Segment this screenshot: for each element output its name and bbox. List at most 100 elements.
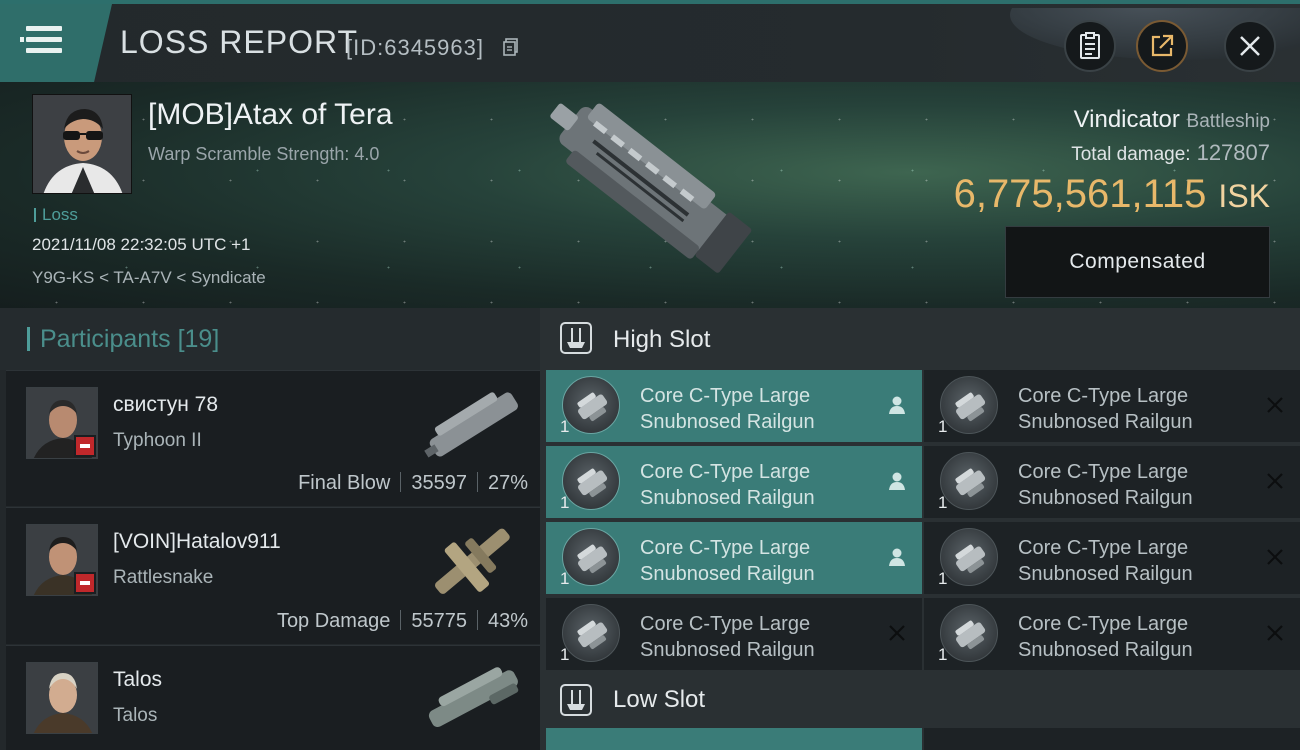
module-card[interactable]: 1 Core C-Type Large Snubnosed Railgun <box>924 522 1300 594</box>
menu-button[interactable] <box>0 4 112 82</box>
destroyed-icon <box>1264 622 1286 644</box>
module-quantity: 1 <box>938 569 948 588</box>
destroyed-icon <box>1264 394 1286 416</box>
participant-stats: Top Damage 55775 43% <box>277 610 528 633</box>
isk-value: 6,775,561,115 ISK <box>954 172 1270 217</box>
page-title: LOSS REPORT <box>120 24 359 60</box>
railgun-icon <box>940 452 998 510</box>
low-slot-icon <box>560 684 592 716</box>
high-slot-label: High Slot <box>613 326 711 353</box>
module-name: Core C-Type Large Snubnosed Railgun <box>640 613 815 661</box>
module-name: Core C-Type Large Snubnosed Railgun <box>1018 537 1193 585</box>
module-name: Core C-Type Large Snubnosed Railgun <box>640 461 815 509</box>
participants-title: Participants [19] <box>40 325 219 354</box>
warp-scramble-strength: Warp Scramble Strength: 4.0 <box>148 144 380 164</box>
module-card[interactable]: 1 Core C-Type Large Snubnosed Railgun <box>924 598 1300 670</box>
module-card[interactable]: 1 Core C-Type Large Snubnosed Railgun <box>546 522 922 594</box>
module-quantity: 1 <box>938 417 948 436</box>
isk-amount: 6,775,561,115 <box>953 172 1207 216</box>
loss-timestamp: 2021/11/08 22:32:05 UTC +1 <box>32 235 251 254</box>
participant-name: [VOIN]Hatalov911 <box>113 530 281 553</box>
participant-stats: Final Blow 35597 27% <box>298 472 528 495</box>
module-name: Core C-Type Large Snubnosed Railgun <box>1018 461 1193 509</box>
ship-name: Vindicator <box>1073 106 1180 133</box>
participant-role: Final Blow <box>298 472 391 494</box>
participant-name: Talos <box>113 668 163 691</box>
total-damage: Total damage: 127807 <box>1071 140 1270 166</box>
participant-ship: Typhoon II <box>113 430 202 451</box>
loss-banner: [MOB]Atax of Tera Warp Scramble Strength… <box>0 82 1300 308</box>
participants-count: [19] <box>177 325 220 353</box>
railgun-icon <box>562 376 620 434</box>
ship-class: Battleship <box>1186 111 1270 132</box>
participant-row[interactable]: свистун 78 Typhoon II Final Blow 35597 27% <box>6 370 540 506</box>
railgun-icon <box>562 604 620 662</box>
participant-damage: 55775 <box>411 610 467 632</box>
participant-damage: 35597 <box>411 472 467 494</box>
share-icon <box>1151 34 1174 57</box>
victim-ship: Vindicator Battleship <box>1074 106 1270 134</box>
high-slot-icon <box>560 322 592 354</box>
victim-ship-image <box>550 103 752 273</box>
loss-label: Loss <box>42 205 78 224</box>
module-name: Core C-Type Large Snubnosed Railgun <box>1018 613 1193 661</box>
header-bar: LOSS REPORT [ID:6345963] <box>0 4 1300 82</box>
copy-icon[interactable] <box>503 38 519 56</box>
pilot-icon[interactable] <box>886 394 908 416</box>
participant-ship: Talos <box>113 705 158 726</box>
participant-percent: 43% <box>487 610 528 632</box>
participant-ship-image <box>424 392 518 458</box>
railgun-icon <box>940 604 998 662</box>
low-slot-module-partial[interactable] <box>546 728 922 750</box>
module-card[interactable]: 1 Core C-Type Large Snubnosed Railgun <box>546 370 922 442</box>
loss-location: Y9G-KS < TA-A7V < Syndicate <box>32 268 266 287</box>
low-slot-header: Low Slot <box>540 672 1300 728</box>
module-card[interactable]: 1 Core C-Type Large Snubnosed Railgun <box>546 446 922 518</box>
module-card[interactable]: 1 Core C-Type Large Snubnosed Railgun <box>924 370 1300 442</box>
total-damage-value: 127807 <box>1196 140 1270 165</box>
railgun-icon <box>940 528 998 586</box>
railgun-icon <box>940 376 998 434</box>
share-button[interactable] <box>1136 20 1188 72</box>
high-slot-header: High Slot <box>540 308 1300 368</box>
participant-role: Top Damage <box>276 610 391 632</box>
menu-icon <box>20 26 62 54</box>
module-quantity: 1 <box>938 645 948 664</box>
module-quantity: 1 <box>560 417 570 436</box>
participant-name: свистун 78 <box>113 393 219 416</box>
pilot-avatar-image <box>33 95 131 193</box>
clipboard-button[interactable] <box>1064 20 1116 72</box>
participant-row[interactable]: [VOIN]Hatalov911 Rattlesnake Top Damage 5… <box>6 507 540 644</box>
railgun-icon <box>562 528 620 586</box>
participant-ship: Rattlesnake <box>113 567 214 588</box>
hostile-badge <box>74 572 96 594</box>
participant-avatar <box>26 662 98 734</box>
close-button[interactable] <box>1224 20 1276 72</box>
victim-portrait[interactable] <box>32 94 132 194</box>
clipboard-icon <box>1080 32 1100 59</box>
close-icon <box>1240 36 1260 56</box>
pilot-icon[interactable] <box>886 546 908 568</box>
victim-name: [MOB]Atax of Tera <box>148 98 393 131</box>
participant-row[interactable]: Talos Talos <box>6 645 540 750</box>
report-id: [ID:6345963] <box>346 35 484 60</box>
railgun-icon <box>562 452 620 510</box>
pilot-icon[interactable] <box>886 470 908 492</box>
hostile-badge <box>74 435 96 457</box>
participants-header: Participants [19] <box>0 308 540 370</box>
compensated-button[interactable]: Compensated <box>1005 226 1270 298</box>
participant-ship-image <box>428 667 519 728</box>
participants-label: Participants <box>40 325 171 353</box>
destroyed-icon <box>1264 546 1286 568</box>
module-quantity: 1 <box>560 569 570 588</box>
participants-panel: Participants [19] свистун 78 Typhoon II … <box>0 308 540 750</box>
module-quantity: 1 <box>560 645 570 664</box>
low-slot-module-partial[interactable] <box>924 728 1300 750</box>
total-damage-label: Total damage: <box>1071 144 1191 165</box>
module-card[interactable]: 1 Core C-Type Large Snubnosed Railgun <box>924 446 1300 518</box>
module-card[interactable]: 1 Core C-Type Large Snubnosed Railgun <box>546 598 922 670</box>
module-quantity: 1 <box>938 493 948 512</box>
low-slot-label: Low Slot <box>613 686 706 713</box>
loss-indicator-bar <box>34 208 36 222</box>
module-name: Core C-Type Large Snubnosed Railgun <box>640 385 815 433</box>
